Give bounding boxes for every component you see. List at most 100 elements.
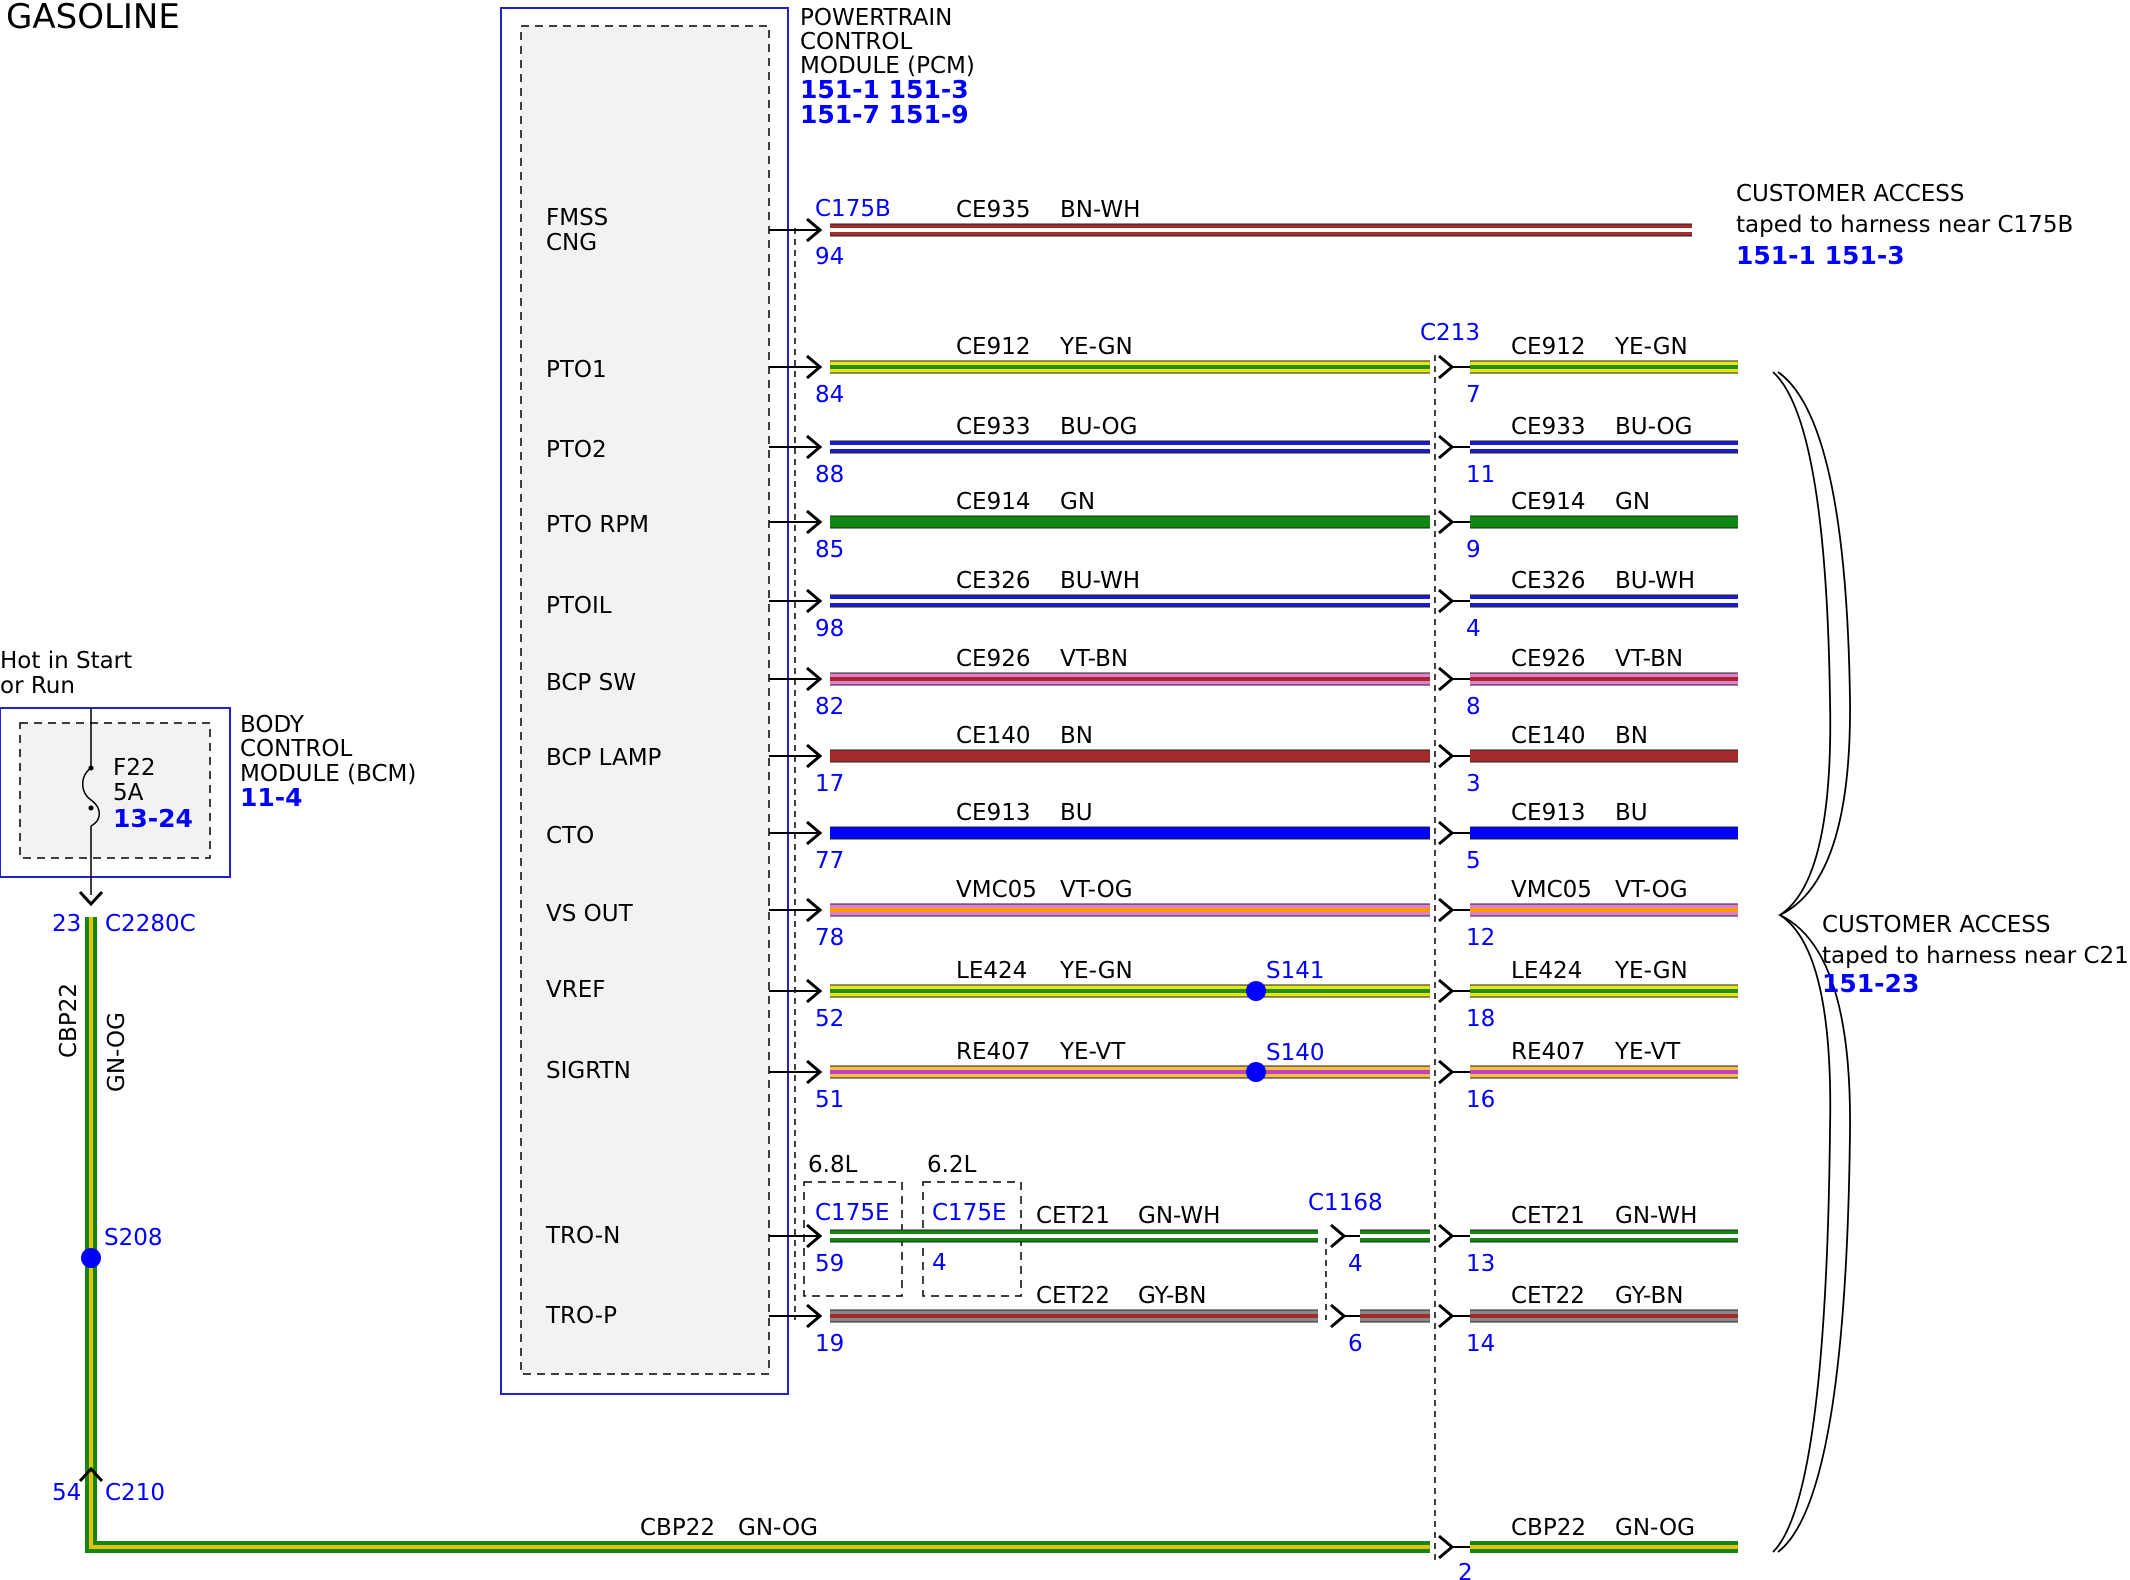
- splice-s208[interactable]: [81, 1248, 101, 1268]
- c1168-pin-number: 6: [1348, 1331, 1363, 1357]
- customer-access-2-note: taped to harness near C213: [1822, 943, 2130, 969]
- wire-circuit-label: VMC05: [1511, 877, 1592, 903]
- wire-stripe: [1470, 908, 1738, 912]
- wires-layer: 94CE935 BN-WH84CE912 YE-GN CE912 YE-GN788CE9…: [769, 197, 1738, 1357]
- pcm-pin-label: VS OUT: [546, 901, 634, 927]
- c213-label[interactable]: C213: [1420, 320, 1480, 346]
- hot-in-start-line-1: Hot in Start: [0, 648, 132, 674]
- bcm-name-1: BODY: [240, 712, 305, 738]
- c213-arrow: [1438, 897, 1455, 923]
- wire-circuit-label: CE326: [1511, 568, 1586, 594]
- cbp22-vertical-color: GN-OG: [104, 1012, 130, 1092]
- c210-pin: 54: [52, 1480, 81, 1506]
- wire-segment[interactable]: [1470, 750, 1738, 762]
- wire-stripe: [1470, 599, 1738, 603]
- c213-pin-number: 4: [1466, 616, 1481, 642]
- wire-segment[interactable]: [830, 516, 1430, 528]
- wire-color-label: GY-BN: [1138, 1283, 1206, 1309]
- wire-segment[interactable]: [1470, 827, 1738, 839]
- wire-stripe: [830, 445, 1430, 449]
- wire-color-label: GN: [1060, 489, 1095, 515]
- pcm-pin-number: 88: [815, 462, 844, 488]
- wire-stripe: [1360, 1234, 1430, 1238]
- wire-segment[interactable]: [1470, 516, 1738, 528]
- c2280c-label[interactable]: C2280C: [105, 911, 196, 937]
- cbp22-vertical-circuit: CBP22: [56, 983, 82, 1058]
- wire-segment[interactable]: [830, 750, 1430, 762]
- c213-pin-number: 3: [1466, 771, 1481, 797]
- wire-circuit-label: RE407: [956, 1039, 1030, 1065]
- pcm-pin-number: 51: [815, 1087, 844, 1113]
- fuse-ref[interactable]: 13-24: [113, 804, 193, 833]
- c1168-label[interactable]: C1168: [1308, 1190, 1383, 1216]
- wire-stripe: [1470, 1070, 1738, 1074]
- customer-access-1-title: CUSTOMER ACCESS: [1736, 181, 1965, 207]
- cbp22-vertical-wire[interactable]: [85, 917, 97, 1495]
- wire-color-label: VT-BN: [1060, 646, 1128, 672]
- wire-circuit-label: CET22: [1511, 1283, 1585, 1309]
- c1168-pin-number: 4: [1348, 1251, 1363, 1277]
- wire-circuit-label: CE913: [956, 800, 1031, 826]
- c1168-arrow: [1330, 1223, 1347, 1249]
- pcm-pin-label: BCP LAMP: [546, 745, 662, 771]
- c2280c-pin: 23: [52, 911, 81, 937]
- splice-s140[interactable]: [1246, 1062, 1266, 1082]
- customer-access-2-refs[interactable]: 151-23: [1822, 969, 1919, 998]
- pcm-pin-number: 78: [815, 925, 844, 951]
- pcm-ref-2[interactable]: 151-7 151-9: [800, 100, 969, 129]
- wire-stripe: [1470, 365, 1738, 369]
- c213-pin-number: 12: [1466, 925, 1495, 951]
- wire-color-label: BN: [1615, 723, 1648, 749]
- wire-stripe: [1470, 677, 1738, 681]
- wire-circuit-label: LE424: [1511, 958, 1582, 984]
- c210-label[interactable]: C210: [105, 1480, 165, 1506]
- splice-s141-label: S141: [1266, 958, 1325, 984]
- pcm-pin-label: PTO1: [546, 357, 607, 383]
- wire-color-label: YE-VT: [1614, 1039, 1681, 1065]
- splice-s141[interactable]: [1246, 981, 1266, 1001]
- wire-color-label: VT-OG: [1060, 877, 1133, 903]
- c213-arrow: [1438, 509, 1455, 535]
- wire-color-label: YE-GN: [1614, 958, 1688, 984]
- wire-stripe: [1470, 1234, 1738, 1238]
- wire-color-label: GN: [1615, 489, 1650, 515]
- c213-arrow: [1438, 354, 1455, 380]
- wire-circuit-label: CE326: [956, 568, 1031, 594]
- pcm-pin-label: PTO RPM: [546, 512, 649, 538]
- pcm-pin-label: TRO-N: [545, 1223, 620, 1249]
- wire-color-label: YE-VT: [1059, 1039, 1126, 1065]
- pcm-pin-number: 52: [815, 1006, 844, 1032]
- hot-in-start-line-2: or Run: [0, 673, 75, 699]
- pcm-module: [500, 7, 789, 1395]
- wire-color-label: BU: [1060, 800, 1093, 826]
- c213-arrow: [1438, 1534, 1455, 1560]
- pcm-pin-label: TRO-P: [545, 1303, 617, 1329]
- pcm-pin-label: SIGRTN: [546, 1058, 631, 1084]
- c213-arrow: [1438, 666, 1455, 692]
- c213-pin-number: 7: [1466, 382, 1481, 408]
- wire-circuit-label: CE914: [956, 489, 1031, 515]
- cbp22-right-wire[interactable]: [1470, 1541, 1738, 1553]
- c213-pin-number: 18: [1466, 1006, 1495, 1032]
- c213-arrow: [1438, 1059, 1455, 1085]
- bcm-ref[interactable]: 11-4: [240, 783, 303, 812]
- wire-stripe: [89, 917, 93, 1495]
- c213-pin-number: 5: [1466, 848, 1481, 874]
- c213-pin-number: 11: [1466, 462, 1495, 488]
- wire-circuit-label: CE935: [956, 197, 1031, 223]
- customer-access-1-refs[interactable]: 151-1 151-3: [1736, 241, 1905, 270]
- wire-color-label: YE-GN: [1059, 958, 1133, 984]
- wiring-diagram: GASOLINE POWERTRAIN CONTROL MODULE (PCM)…: [0, 0, 2130, 1580]
- wire-stripe: [1360, 1314, 1430, 1318]
- c175e-label[interactable]: C175E: [932, 1200, 1007, 1226]
- wire-stripe: [830, 365, 1430, 369]
- fuse-name: F22: [113, 755, 156, 781]
- wire-segment[interactable]: [830, 827, 1430, 839]
- wire-stripe: [1470, 1545, 1738, 1549]
- c175b-label[interactable]: C175B: [815, 196, 891, 222]
- pcm-pin-number: 17: [815, 771, 844, 797]
- c175e-label[interactable]: C175E: [815, 1200, 890, 1226]
- wire-color-label: YE-GN: [1614, 334, 1688, 360]
- c213-arrow: [1438, 434, 1455, 460]
- wire-color-label: BN-WH: [1060, 197, 1140, 223]
